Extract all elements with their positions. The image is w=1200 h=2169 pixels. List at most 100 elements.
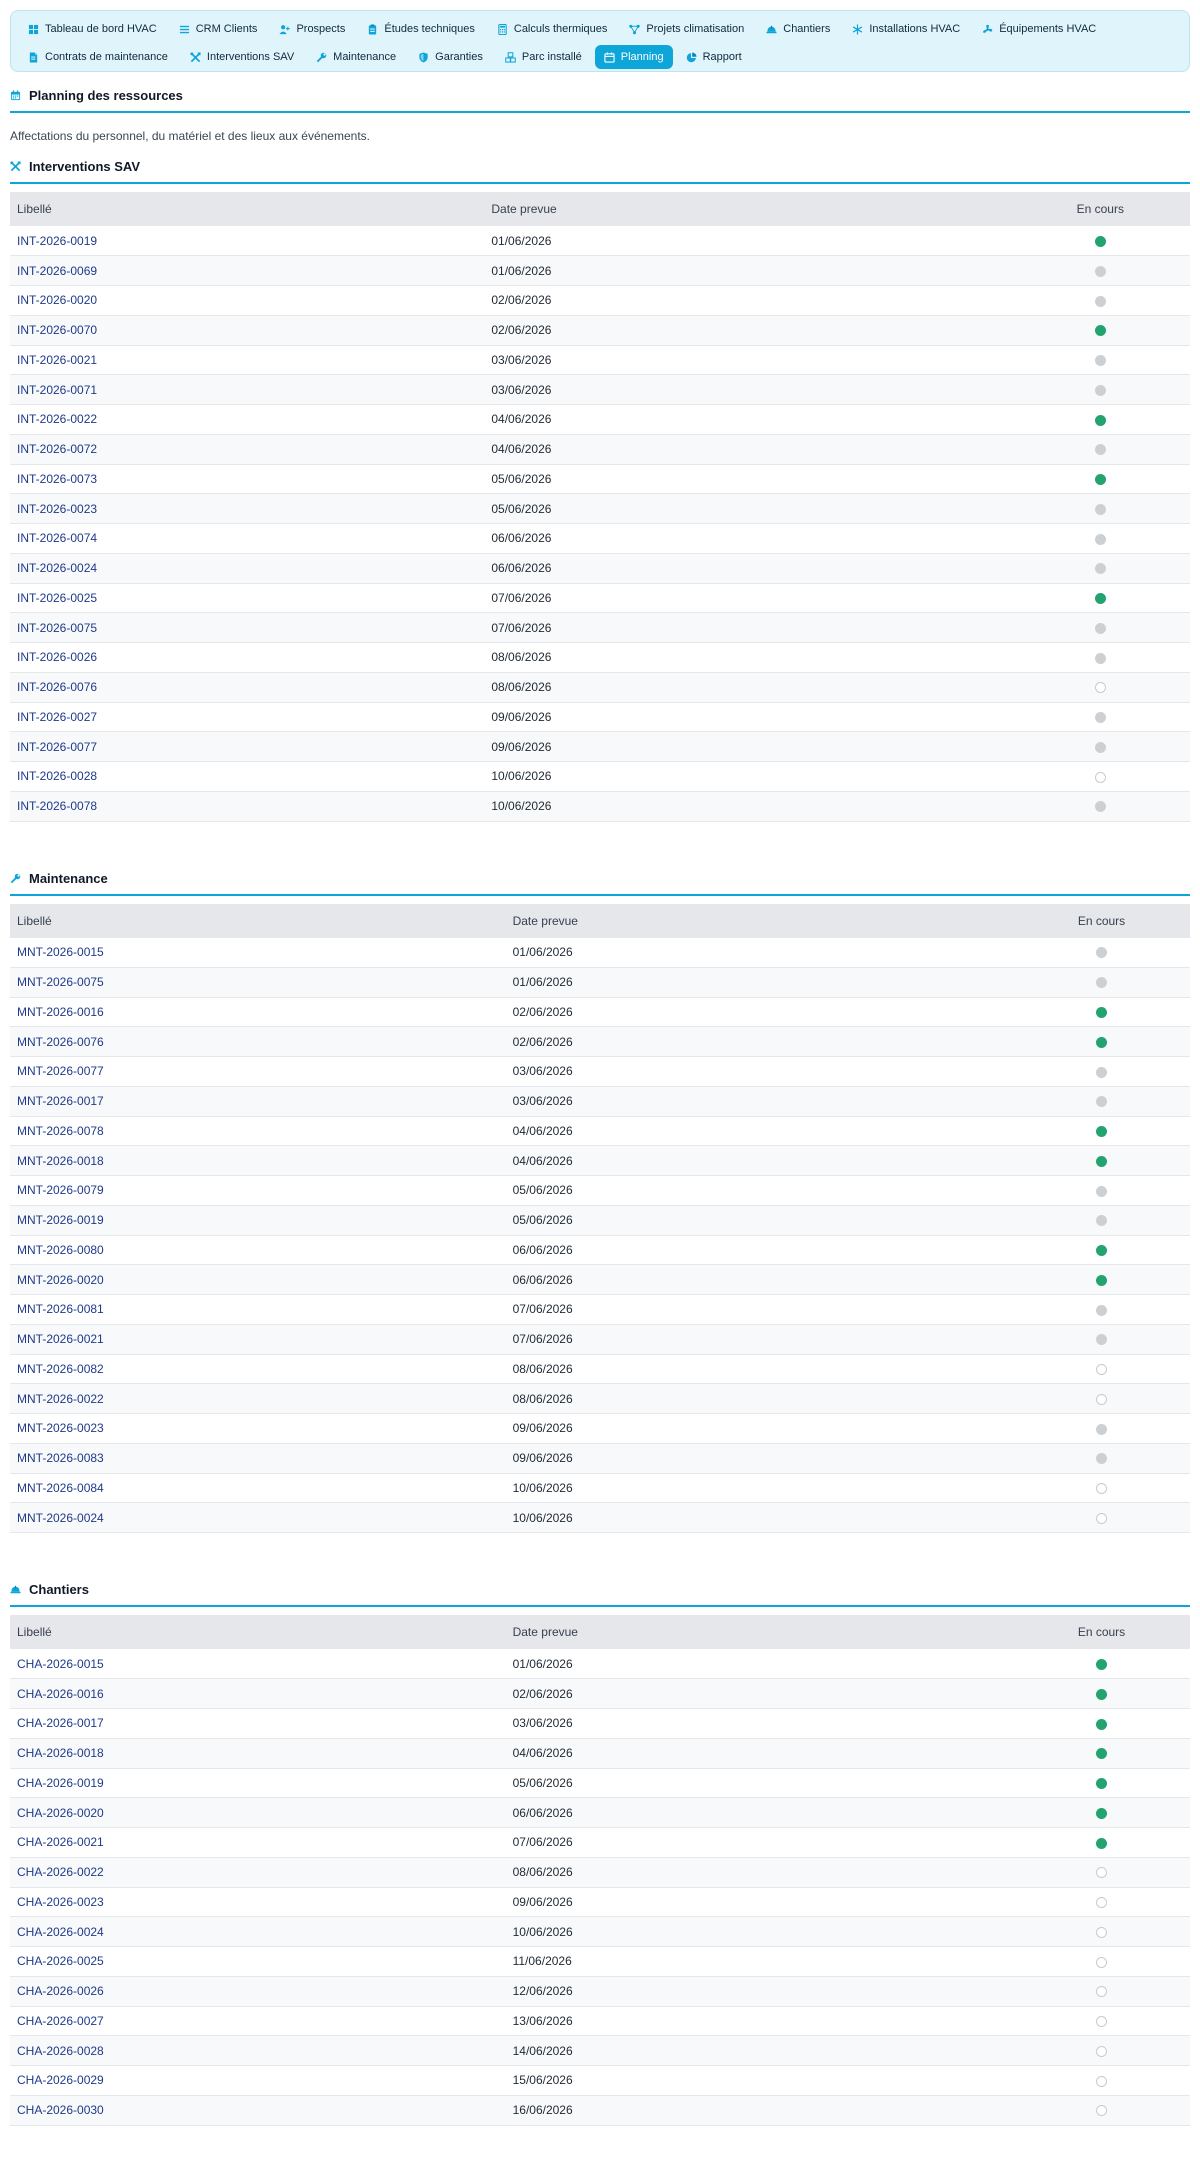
row-label-link[interactable]: CHA-2026-0026	[10, 1976, 506, 2006]
row-label-link[interactable]: MNT-2026-0081	[10, 1295, 506, 1325]
table-row[interactable]: CHA-2026-0027 13/06/2026	[10, 2006, 1190, 2036]
row-label-link[interactable]: MNT-2026-0022	[10, 1384, 506, 1414]
table-row[interactable]: MNT-2026-0016 02/06/2026	[10, 997, 1190, 1027]
table-row[interactable]: INT-2026-0070 02/06/2026	[10, 315, 1190, 345]
table-row[interactable]: CHA-2026-0030 16/06/2026	[10, 2095, 1190, 2125]
row-label-link[interactable]: CHA-2026-0019	[10, 1768, 506, 1798]
table-row[interactable]: CHA-2026-0017 03/06/2026	[10, 1709, 1190, 1739]
row-label-link[interactable]: CHA-2026-0016	[10, 1679, 506, 1709]
nav-item-chantiers[interactable]: Chantiers	[757, 17, 839, 41]
table-row[interactable]: INT-2026-0069 01/06/2026	[10, 255, 1190, 286]
row-label-link[interactable]: CHA-2026-0025	[10, 1947, 506, 1977]
nav-item-etudes-techniques[interactable]: Études techniques	[358, 17, 484, 41]
row-label-link[interactable]: CHA-2026-0027	[10, 2006, 506, 2036]
row-label-link[interactable]: MNT-2026-0016	[10, 997, 506, 1027]
row-label-link[interactable]: INT-2026-0075	[10, 613, 484, 643]
row-label-link[interactable]: INT-2026-0021	[10, 345, 484, 375]
row-label-link[interactable]: MNT-2026-0083	[10, 1443, 506, 1473]
column-header-en-cours[interactable]: En cours	[1013, 1615, 1190, 1649]
row-label-link[interactable]: MNT-2026-0024	[10, 1503, 506, 1533]
table-row[interactable]: MNT-2026-0022 08/06/2026	[10, 1383, 1190, 1414]
table-row[interactable]: CHA-2026-0015 01/06/2026	[10, 1649, 1190, 1679]
row-label-link[interactable]: CHA-2026-0020	[10, 1798, 506, 1828]
table-row[interactable]: INT-2026-0073 05/06/2026	[10, 464, 1190, 494]
column-header-date-prevue[interactable]: Date prevue	[506, 1615, 1013, 1649]
row-label-link[interactable]: INT-2026-0078	[10, 791, 484, 821]
row-label-link[interactable]: MNT-2026-0080	[10, 1235, 506, 1265]
table-row[interactable]: CHA-2026-0026 12/06/2026	[10, 1976, 1190, 2006]
row-label-link[interactable]: MNT-2026-0078	[10, 1116, 506, 1146]
nav-item-crm-clients[interactable]: CRM Clients	[170, 17, 267, 41]
row-label-link[interactable]: MNT-2026-0082	[10, 1354, 506, 1384]
table-row[interactable]: CHA-2026-0024 10/06/2026	[10, 1916, 1190, 1947]
row-label-link[interactable]: CHA-2026-0024	[10, 1917, 506, 1947]
table-row[interactable]: INT-2026-0028 10/06/2026	[10, 762, 1190, 792]
table-row[interactable]: INT-2026-0071 03/06/2026	[10, 374, 1190, 405]
row-label-link[interactable]: CHA-2026-0030	[10, 2095, 506, 2125]
nav-item-installations-hvac[interactable]: Installations HVAC	[843, 17, 969, 41]
row-label-link[interactable]: MNT-2026-0075	[10, 967, 506, 997]
row-label-link[interactable]: MNT-2026-0018	[10, 1146, 506, 1176]
table-row[interactable]: INT-2026-0072 04/06/2026	[10, 434, 1190, 464]
table-row[interactable]: MNT-2026-0079 05/06/2026	[10, 1176, 1190, 1206]
row-label-link[interactable]: MNT-2026-0021	[10, 1324, 506, 1354]
nav-item-tableau-de-bord-hvac[interactable]: Tableau de bord HVAC	[19, 17, 166, 41]
nav-item-projets-climatisation[interactable]: Projets climatisation	[620, 17, 753, 41]
row-label-link[interactable]: CHA-2026-0023	[10, 1887, 506, 1917]
table-row[interactable]: MNT-2026-0081 07/06/2026	[10, 1295, 1190, 1325]
column-header-date-prevue[interactable]: Date prevue	[506, 904, 1013, 938]
table-row[interactable]: MNT-2026-0083 09/06/2026	[10, 1443, 1190, 1473]
row-label-link[interactable]: MNT-2026-0023	[10, 1414, 506, 1444]
row-label-link[interactable]: CHA-2026-0018	[10, 1738, 506, 1768]
row-label-link[interactable]: MNT-2026-0077	[10, 1057, 506, 1087]
row-label-link[interactable]: INT-2026-0069	[10, 256, 484, 286]
table-row[interactable]: INT-2026-0023 05/06/2026	[10, 493, 1190, 524]
column-header-libelle[interactable]: Libellé	[10, 1615, 506, 1649]
column-header-libelle[interactable]: Libellé	[10, 192, 484, 226]
table-row[interactable]: CHA-2026-0018 04/06/2026	[10, 1738, 1190, 1768]
row-label-link[interactable]: INT-2026-0026	[10, 643, 484, 673]
table-row[interactable]: MNT-2026-0077 03/06/2026	[10, 1057, 1190, 1087]
row-label-link[interactable]: INT-2026-0019	[10, 226, 484, 256]
table-row[interactable]: MNT-2026-0082 08/06/2026	[10, 1354, 1190, 1384]
table-row[interactable]: CHA-2026-0029 15/06/2026	[10, 2066, 1190, 2096]
row-label-link[interactable]: INT-2026-0076	[10, 672, 484, 702]
table-row[interactable]: INT-2026-0077 09/06/2026	[10, 731, 1190, 762]
row-label-link[interactable]: INT-2026-0023	[10, 494, 484, 524]
table-row[interactable]: MNT-2026-0019 05/06/2026	[10, 1205, 1190, 1235]
nav-item-interventions-sav[interactable]: Interventions SAV	[181, 45, 303, 69]
table-row[interactable]: CHA-2026-0016 02/06/2026	[10, 1678, 1190, 1709]
row-label-link[interactable]: INT-2026-0077	[10, 732, 484, 762]
nav-item-contrats-de-maintenance[interactable]: Contrats de maintenance	[19, 45, 177, 69]
table-row[interactable]: MNT-2026-0021 07/06/2026	[10, 1324, 1190, 1354]
table-row[interactable]: INT-2026-0019 01/06/2026	[10, 226, 1190, 256]
table-row[interactable]: INT-2026-0074 06/06/2026	[10, 524, 1190, 554]
table-row[interactable]: INT-2026-0076 08/06/2026	[10, 672, 1190, 702]
table-row[interactable]: MNT-2026-0075 01/06/2026	[10, 967, 1190, 997]
row-label-link[interactable]: INT-2026-0022	[10, 405, 484, 435]
nav-item-planning[interactable]: Planning	[594, 45, 673, 69]
table-row[interactable]: CHA-2026-0023 09/06/2026	[10, 1887, 1190, 1917]
row-label-link[interactable]: MNT-2026-0017	[10, 1086, 506, 1116]
row-label-link[interactable]: MNT-2026-0079	[10, 1176, 506, 1206]
row-label-link[interactable]: INT-2026-0020	[10, 286, 484, 316]
row-label-link[interactable]: INT-2026-0070	[10, 315, 484, 345]
table-row[interactable]: MNT-2026-0018 04/06/2026	[10, 1145, 1190, 1176]
table-row[interactable]: MNT-2026-0080 06/06/2026	[10, 1235, 1190, 1265]
row-label-link[interactable]: CHA-2026-0022	[10, 1857, 506, 1887]
nav-item-maintenance[interactable]: Maintenance	[307, 45, 405, 69]
table-row[interactable]: CHA-2026-0020 06/06/2026	[10, 1797, 1190, 1828]
row-label-link[interactable]: CHA-2026-0017	[10, 1709, 506, 1739]
row-label-link[interactable]: INT-2026-0028	[10, 762, 484, 792]
table-row[interactable]: MNT-2026-0024 10/06/2026	[10, 1502, 1190, 1533]
row-label-link[interactable]: MNT-2026-0015	[10, 938, 506, 968]
column-header-date-prevue[interactable]: Date prevue	[484, 192, 1010, 226]
row-label-link[interactable]: MNT-2026-0076	[10, 1027, 506, 1057]
table-row[interactable]: INT-2026-0024 06/06/2026	[10, 553, 1190, 583]
nav-item-garanties[interactable]: Garanties	[409, 45, 492, 69]
row-label-link[interactable]: CHA-2026-0015	[10, 1649, 506, 1679]
row-label-link[interactable]: MNT-2026-0084	[10, 1473, 506, 1503]
row-label-link[interactable]: MNT-2026-0019	[10, 1205, 506, 1235]
table-row[interactable]: CHA-2026-0021 07/06/2026	[10, 1828, 1190, 1858]
table-row[interactable]: INT-2026-0020 02/06/2026	[10, 286, 1190, 316]
